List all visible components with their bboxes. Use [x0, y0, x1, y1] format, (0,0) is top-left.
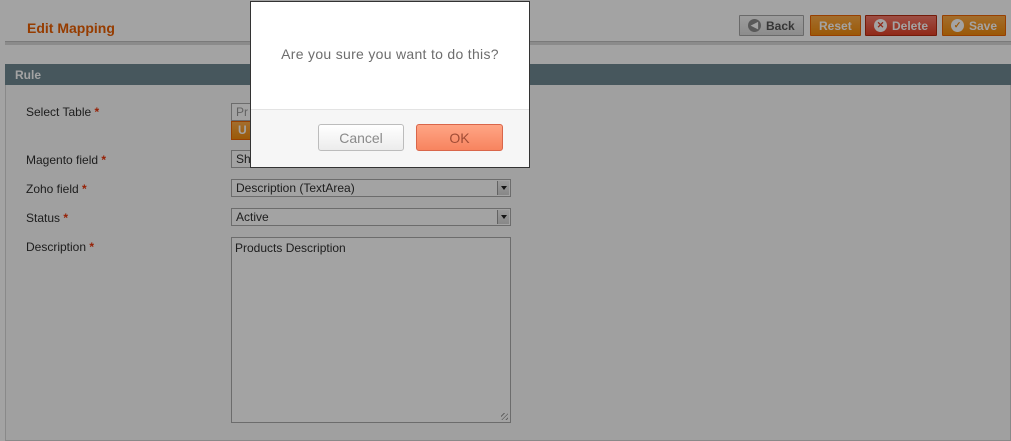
dialog-footer: Cancel OK — [251, 109, 529, 167]
cancel-button[interactable]: Cancel — [318, 124, 404, 151]
dialog-message: Are you sure you want to do this? — [281, 46, 499, 62]
ok-button[interactable]: OK — [416, 124, 503, 151]
confirm-dialog: Are you sure you want to do this? Cancel… — [250, 1, 530, 168]
